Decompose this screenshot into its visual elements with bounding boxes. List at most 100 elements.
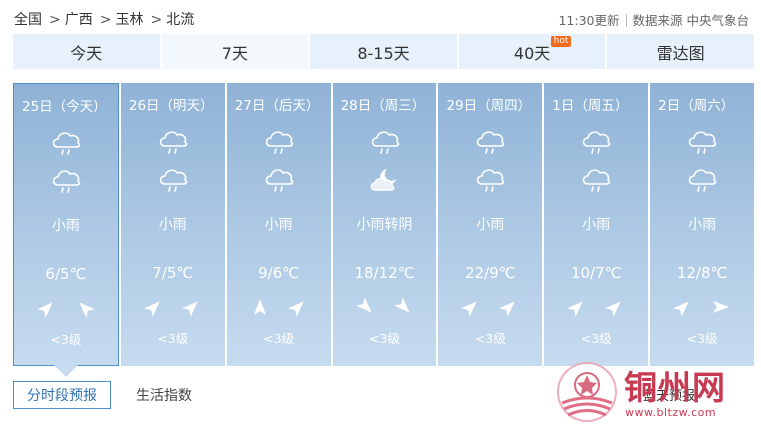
day-condition: 小雨 [582,217,611,233]
tab-label: 雷达图 [656,43,705,63]
light-rain-icon [49,166,83,196]
forecast-tabs: 今天 7天 8-15天 40天 hot 雷达图 [13,34,754,69]
wind-level: <3级 [263,331,295,346]
wind-arrow-icon [393,296,415,318]
light-rain-icon [156,165,190,195]
wind-level: <3级 [474,331,506,346]
day-temperature: 7/5℃ [152,264,194,282]
day-date: 2日（周六） [658,98,735,114]
tab-radar[interactable]: 雷达图 [607,34,754,69]
breadcrumb-separator: > [99,12,112,28]
tab-7-days[interactable]: 7天 [161,34,311,69]
breadcrumb-separator: > [150,12,163,28]
day-temperature: 12/8℃ [676,264,728,282]
light-rain-icon [579,165,613,195]
wind-arrow-icon [287,296,309,318]
breadcrumb-province[interactable]: 广西 [65,12,93,28]
light-rain-icon [473,127,507,157]
tab-label: 今天 [70,43,103,63]
wind-arrow-icon [249,296,271,318]
data-source: 数据来源 中央气象台 [632,13,749,28]
day-date: 28日（周三） [340,98,426,114]
light-rain-icon [262,127,296,157]
tab-label: 40天 [513,43,551,63]
breadcrumb-country[interactable]: 全国 [14,12,42,28]
wind-arrow-icon [604,296,626,318]
watermark-title: 铜州网 [624,368,726,407]
wind-arrow-icon [460,296,482,318]
day-condition: 小雨 [688,217,717,233]
day-temperature: 18/12℃ [354,264,415,282]
day-date: 1日（周五） [552,98,629,114]
day-temperature: 22/9℃ [465,264,516,282]
sub-tabs: 分时段预报 生活指数 [13,381,205,409]
top-bar: 全国 > 广西 > 玉林 > 北流 11:30更新 数据来源 中央气象台 [0,0,761,32]
meta-divider [625,14,627,27]
light-rain-icon [262,165,296,195]
breadcrumb-city[interactable]: 玉林 [115,12,143,28]
wind-directions [355,296,415,318]
day-temperature: 6/5℃ [45,265,87,283]
light-rain-icon [473,165,507,195]
wind-level: <3级 [157,331,189,346]
wind-arrow-icon [143,296,165,318]
wind-level: <3级 [580,331,612,346]
wind-directions [143,296,203,318]
tab-40-days[interactable]: 40天 hot [458,34,608,69]
breadcrumb-district: 北流 [166,12,195,28]
cloudy-night-icon [368,165,402,195]
wind-directions [672,296,732,318]
tab-today[interactable]: 今天 [13,34,162,69]
light-rain-icon [579,127,613,157]
day-condition: 小雨 [51,218,80,234]
day-card[interactable]: 2日（周六） 小雨 12/8℃ <3级 [650,83,755,366]
day-card[interactable]: 25日（今天） 小雨 6/5℃ <3级 [13,83,119,377]
watermark-url: www.bltzw.com [625,406,717,419]
seven-day-forecast: 25日（今天） 小雨 6/5℃ <3级 26日（明天） 小雨 7/5℃ <3级 27日（后天） 小… [13,83,755,377]
light-rain-icon [685,165,719,195]
day-condition: 小雨 [264,217,293,233]
breadcrumb-separator: > [49,12,61,28]
light-rain-icon [49,128,83,158]
day-card[interactable]: 26日（明天） 小雨 7/5℃ <3级 [120,83,227,366]
day-card[interactable]: 1日（周五） 小雨 10/7℃ <3级 [544,83,651,366]
wind-arrow-icon [566,296,588,318]
wind-arrow-icon [36,297,58,319]
day-date: 25日（今天） [22,99,107,115]
light-rain-icon [156,127,190,157]
day-card[interactable]: 29日（周四） 小雨 22/9℃ <3级 [438,83,545,366]
day-card[interactable]: 28日（周三） 小雨转阴 18/12℃ <3级 [332,83,439,366]
today-pointer [53,365,78,377]
tab-life-index[interactable]: 生活指数 [123,381,205,409]
watermark: 铜州网 www.bltzw.com [556,361,756,423]
wind-arrow-icon [181,296,203,318]
day-card[interactable]: 27日（后天） 小雨 9/6℃ <3级 [226,83,333,366]
day-condition: 小雨转阴 [356,217,413,233]
update-meta: 11:30更新 数据来源 中央气象台 [558,10,749,29]
hot-badge: hot [550,36,572,47]
wind-arrow-icon [710,296,732,318]
wind-directions [36,297,96,319]
light-rain-icon [685,127,719,157]
tab-8-15-days[interactable]: 8-15天 [310,34,459,69]
light-rain-icon [368,127,402,157]
breadcrumb: 全国 > 广西 > 玉林 > 北流 [14,9,197,29]
watermark-logo [557,362,617,422]
tab-label: 8-15天 [357,43,410,63]
wind-level: <3级 [686,331,718,346]
update-time: 11:30更新 [558,13,620,28]
day-temperature: 10/7℃ [570,264,622,282]
tab-label: 7天 [221,43,248,63]
day-condition: 小雨 [476,217,505,233]
wind-level: <3级 [369,331,400,346]
tab-hourly-forecast[interactable]: 分时段预报 [13,381,111,409]
wind-arrow-icon [355,296,377,318]
wind-arrow-icon [498,296,520,318]
wind-directions [249,296,309,318]
day-temperature: 9/6℃ [258,264,300,282]
day-date: 27日（后天） [234,98,320,114]
day-date: 29日（周四） [446,98,532,114]
wind-directions [566,296,626,318]
wind-arrow-icon [672,296,694,318]
day-condition: 小雨 [158,217,187,233]
